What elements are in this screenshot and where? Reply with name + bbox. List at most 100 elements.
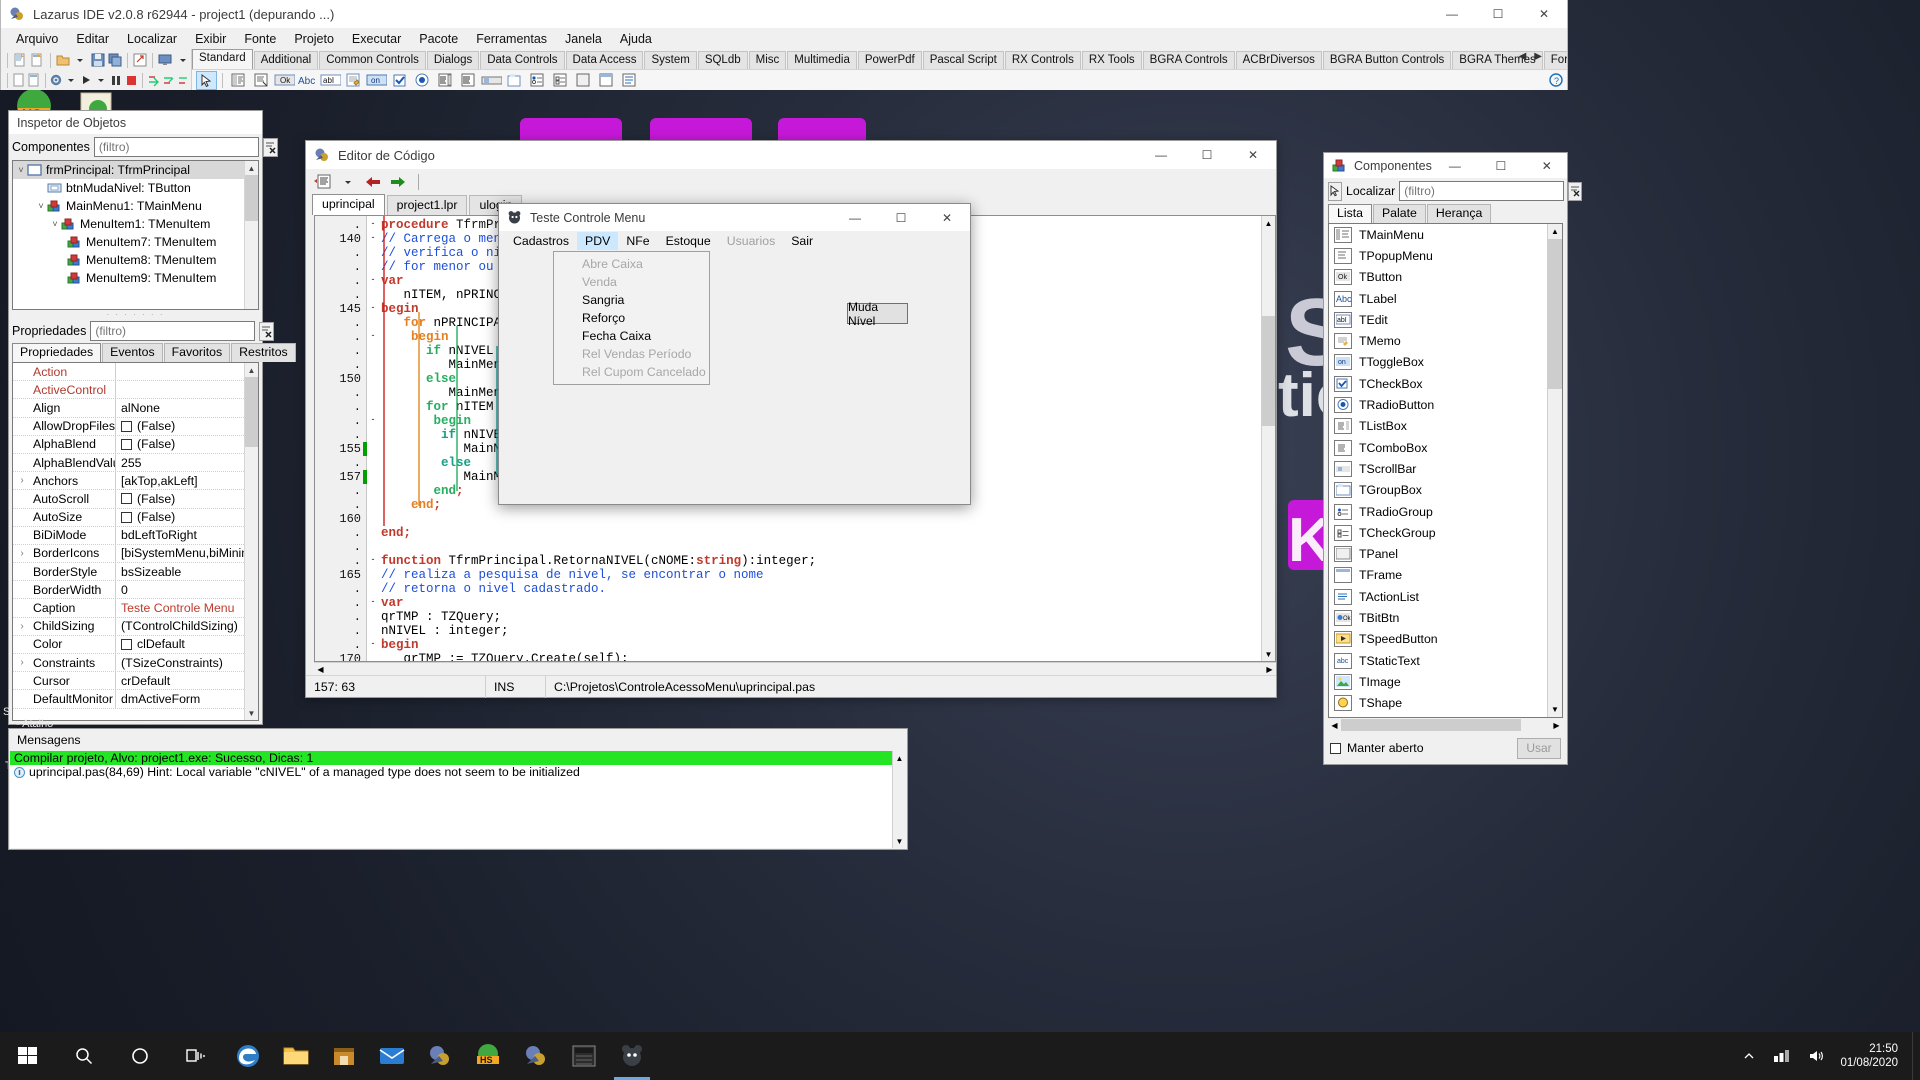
fold-marker[interactable] <box>367 400 379 414</box>
scrollbar-thumb[interactable] <box>245 175 258 221</box>
tab-favoritos[interactable]: Favoritos <box>163 343 231 362</box>
fold-marker[interactable] <box>367 456 379 470</box>
editor-tab-project1lpr[interactable]: project1.lpr <box>386 195 468 215</box>
palette-tab-system[interactable]: System <box>644 51 697 69</box>
component-list-item[interactable]: TImage <box>1329 671 1562 692</box>
messages-scrollbar[interactable]: ▲ ▼ <box>892 751 906 848</box>
run-dropdown-icon[interactable] <box>94 71 108 90</box>
fold-marker[interactable] <box>367 582 379 596</box>
save-all-icon[interactable] <box>107 51 123 70</box>
editor-tab-uprincipal[interactable]: uprincipal <box>312 194 385 215</box>
component-list-item[interactable]: TComboBox <box>1329 437 1562 458</box>
message-row-success[interactable]: Compilar projeto, Alvo: project1.exe: Su… <box>10 751 906 765</box>
property-value[interactable]: (False) <box>116 419 258 433</box>
fold-marker[interactable] <box>367 540 379 554</box>
fold-marker[interactable] <box>367 624 379 638</box>
palette-tradiogroup-icon[interactable] <box>527 71 548 90</box>
component-list-item[interactable]: TCheckBox <box>1329 373 1562 394</box>
expander-icon[interactable]: ˅ <box>49 219 61 229</box>
fold-marker[interactable] <box>367 512 379 526</box>
code-folding-column[interactable]: - - - - - - - - - <box>367 216 379 661</box>
scroll-up-icon[interactable]: ▲ <box>245 363 258 377</box>
components-panel-close-button[interactable]: ✕ <box>1524 152 1570 180</box>
component-list-item[interactable]: TSpeedButton <box>1329 629 1562 650</box>
menu-janela[interactable]: Janela <box>556 30 611 48</box>
components-panel-maximize-button[interactable]: ☐ <box>1478 152 1524 180</box>
components-panel-minimize-button[interactable]: — <box>1432 152 1478 180</box>
tab-propriedades[interactable]: Propriedades <box>12 343 102 362</box>
component-list-item[interactable]: TPanel <box>1329 543 1562 564</box>
taskbar-store-icon[interactable] <box>320 1032 368 1080</box>
components-clear-filter-icon[interactable] <box>262 137 278 157</box>
scroll-down-icon[interactable]: ▼ <box>1548 702 1562 717</box>
palette-tlistbox-icon[interactable] <box>435 71 456 90</box>
property-value[interactable]: (TControlChildSizing) <box>116 619 258 633</box>
components-list-horizontal-scrollbar[interactable]: ◀ ▶ <box>1328 718 1563 732</box>
property-value[interactable]: clDefault <box>116 637 258 651</box>
fold-marker[interactable]: - <box>367 274 379 288</box>
component-list-item[interactable]: TMemo <box>1329 330 1562 351</box>
fold-marker[interactable] <box>367 260 379 274</box>
scrollbar-thumb[interactable] <box>1548 239 1562 389</box>
property-value[interactable]: [akTop,akLeft] <box>116 474 258 488</box>
app-close-button[interactable]: ✕ <box>924 204 970 232</box>
fold-marker[interactable] <box>367 386 379 400</box>
palette-tab-bgra-button-controls[interactable]: BGRA Button Controls <box>1322 51 1452 69</box>
message-row-hint[interactable]: uprincipal.pas(84,69) Hint: Local variab… <box>10 765 906 779</box>
color-swatch[interactable] <box>121 638 132 650</box>
property-grid[interactable]: Action ActiveControl Align alNone AllowDr… <box>12 362 259 721</box>
checkbox-icon[interactable] <box>121 438 132 450</box>
property-value[interactable]: bsSizeable <box>116 565 258 579</box>
palette-tab-multimedia[interactable]: Multimedia <box>787 51 857 69</box>
checkbox-icon[interactable] <box>121 420 132 432</box>
tree-item-frmprincipal[interactable]: ˅ frmPrincipal: TfrmPrincipal <box>13 161 258 179</box>
scroll-right-icon[interactable]: ▶ <box>1550 721 1563 730</box>
menu-pacote[interactable]: Pacote <box>410 30 467 48</box>
palette-tpanel-icon[interactable] <box>573 71 594 90</box>
component-list-item[interactable]: TActionList <box>1329 586 1562 607</box>
taskbar-explorer-icon[interactable] <box>272 1032 320 1080</box>
components-filter-input[interactable] <box>93 137 259 157</box>
tree-item-menuitem1[interactable]: ˅ MenuItem1: TMenuItem <box>13 215 258 233</box>
new-file-icon[interactable] <box>12 71 26 90</box>
palette-scroll-right-icon[interactable]: ▶ <box>1531 51 1545 62</box>
code-editor-minimize-button[interactable]: — <box>1138 141 1184 169</box>
menu-exibir[interactable]: Exibir <box>186 30 235 48</box>
fold-marker[interactable] <box>367 470 379 484</box>
open-dropdown-icon[interactable] <box>72 51 88 70</box>
ide-maximize-button[interactable]: ☐ <box>1475 0 1521 28</box>
expander-icon[interactable]: ˅ <box>35 201 47 211</box>
tree-item-btnmudanivel[interactable]: btnMudaNivel: TButton <box>13 179 258 197</box>
property-value[interactable]: (False) <box>116 510 258 524</box>
palette-tscrollbar-icon[interactable] <box>481 71 502 90</box>
scroll-up-icon[interactable]: ▲ <box>1548 224 1562 239</box>
scrollbar-thumb[interactable] <box>1262 316 1275 426</box>
save-icon[interactable] <box>89 51 105 70</box>
tab-palate[interactable]: Palate <box>1372 204 1426 223</box>
palette-tcheckbox-icon[interactable] <box>389 71 410 90</box>
build-dropdown-icon[interactable] <box>64 71 78 90</box>
tab-eventos[interactable]: Eventos <box>102 343 163 362</box>
code-explorer-icon[interactable] <box>312 172 334 191</box>
fold-marker[interactable]: - <box>367 414 379 428</box>
property-value[interactable]: 0 <box>116 583 258 597</box>
cortana-icon[interactable] <box>112 1032 168 1080</box>
palette-tedit-icon[interactable]: abI <box>320 71 341 90</box>
ide-minimize-button[interactable]: — <box>1429 0 1475 28</box>
palette-scroll-left-icon[interactable]: ◀ <box>1516 51 1530 62</box>
app-maximize-button[interactable]: ☐ <box>878 204 924 232</box>
build-gear-icon[interactable] <box>49 71 63 90</box>
palette-ttogglebox-icon[interactable]: on <box>366 71 387 90</box>
row-expander[interactable]: › <box>13 548 31 559</box>
component-list-item[interactable]: TScrollBar <box>1329 458 1562 479</box>
checkbox-icon[interactable] <box>121 493 132 505</box>
search-icon[interactable] <box>56 1032 112 1080</box>
ide-close-button[interactable]: ✕ <box>1521 0 1567 28</box>
property-value[interactable]: [biSystemMenu,biMinimize,biM <box>116 546 258 560</box>
usar-button[interactable]: Usar <box>1517 737 1561 759</box>
menu-executar[interactable]: Executar <box>343 30 410 48</box>
network-icon[interactable] <box>1764 1032 1800 1080</box>
menu-ajuda[interactable]: Ajuda <box>611 30 661 48</box>
palette-tab-standard[interactable]: Standard <box>192 49 253 69</box>
palette-tab-data-controls[interactable]: Data Controls <box>480 51 565 69</box>
